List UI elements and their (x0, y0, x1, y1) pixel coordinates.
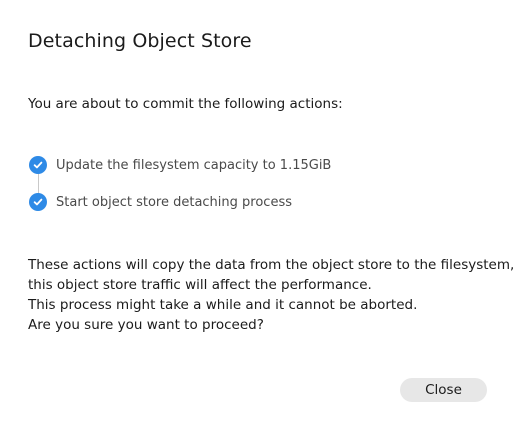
detach-object-store-dialog: Detaching Object Store You are about to … (0, 0, 523, 436)
step-item: Update the filesystem capacity to 1.15Gi… (28, 155, 331, 175)
step-label: Start object store detaching process (56, 194, 292, 210)
check-circle-icon (29, 193, 47, 211)
dialog-title: Detaching Object Store (28, 30, 252, 52)
warning-message: These actions will copy the data from th… (28, 255, 515, 335)
warning-line: This process might take a while and it c… (28, 297, 418, 313)
check-circle-icon (29, 156, 47, 174)
step-item: Start object store detaching process (28, 192, 292, 212)
action-steps-list: Update the filesystem capacity to 1.15Gi… (28, 154, 488, 214)
intro-text: You are about to commit the following ac… (28, 96, 343, 112)
warning-line: Are you sure you want to proceed? (28, 317, 264, 333)
warning-line: These actions will copy the data from th… (28, 257, 515, 273)
step-label: Update the filesystem capacity to 1.15Gi… (56, 157, 332, 173)
close-button[interactable]: Close (400, 378, 487, 402)
warning-line: this object store traffic will affect th… (28, 277, 372, 293)
